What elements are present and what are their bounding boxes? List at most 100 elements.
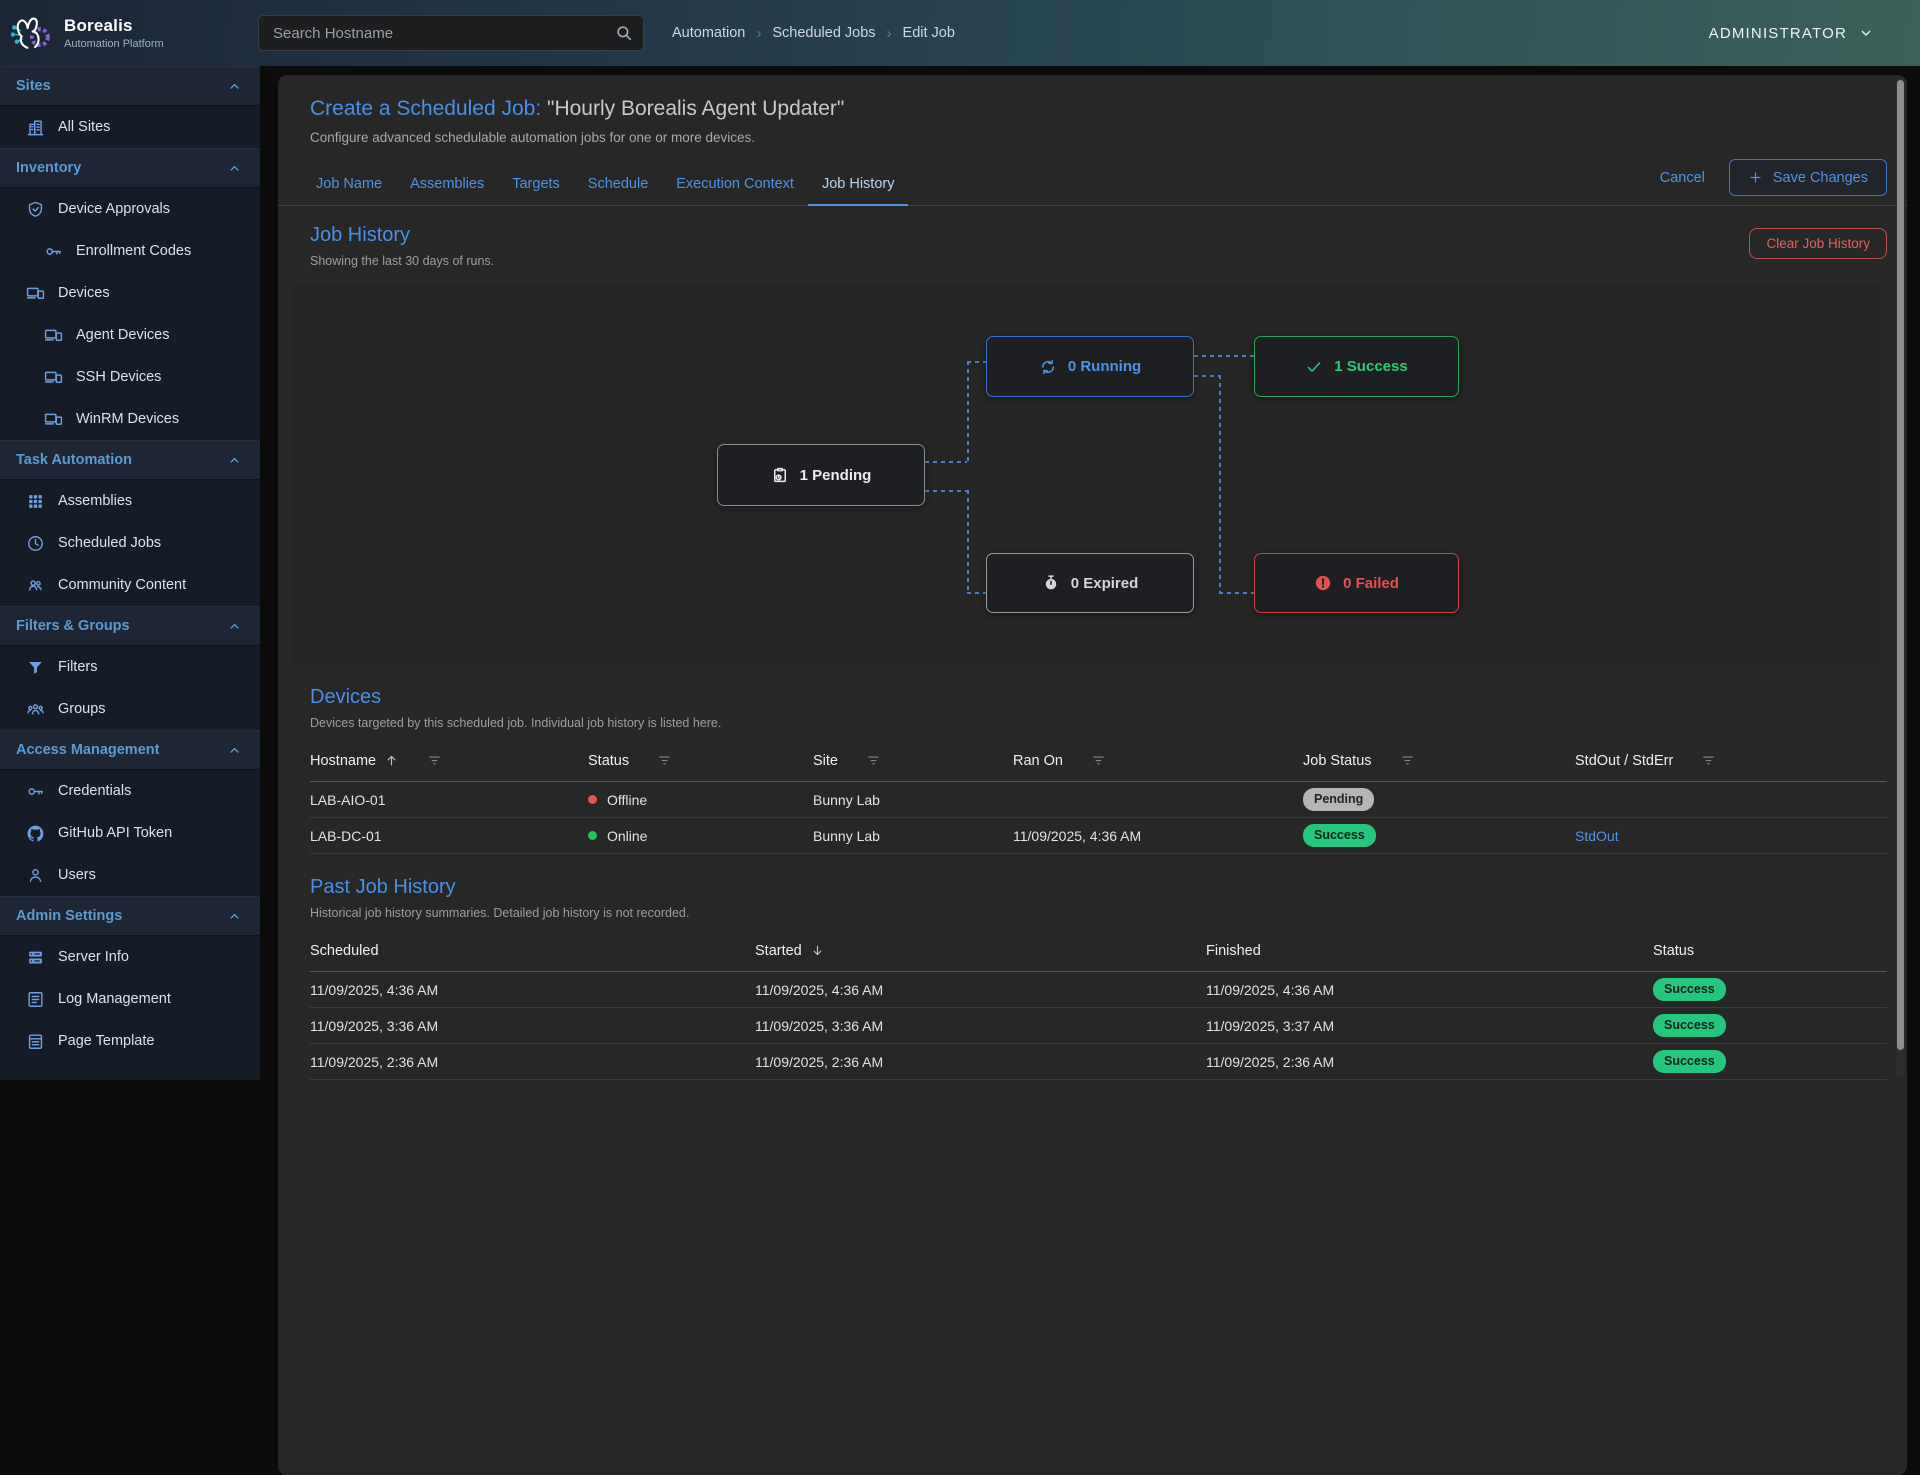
past-job-row[interactable]: 11/09/2025, 4:36 AM11/09/2025, 4:36 AM11… bbox=[310, 972, 1887, 1008]
connector-line bbox=[967, 490, 969, 594]
sidebar-item-groups[interactable]: Groups bbox=[0, 688, 260, 730]
breadcrumb-automation[interactable]: Automation bbox=[672, 25, 745, 41]
sidebar-section-filters-groups[interactable]: Filters & Groups bbox=[0, 606, 260, 646]
column-header-ran-on[interactable]: Ran On bbox=[1013, 753, 1303, 769]
sidebar-section-access-management[interactable]: Access Management bbox=[0, 730, 260, 770]
column-header-stdout-stderr[interactable]: StdOut / StdErr bbox=[1575, 753, 1887, 769]
job-history-heading: Job History bbox=[310, 224, 494, 247]
sidebar-item-winrm-devices[interactable]: WinRM Devices bbox=[0, 398, 260, 440]
filter-icon[interactable] bbox=[1400, 753, 1415, 768]
clock-icon bbox=[25, 534, 45, 553]
sidebar-item-page-template[interactable]: Page Template bbox=[0, 1020, 260, 1062]
column-header-hostname[interactable]: Hostname bbox=[310, 753, 588, 769]
breadcrumb-edit-job[interactable]: Edit Job bbox=[903, 25, 955, 41]
brand: Borealis Automation Platform bbox=[0, 8, 258, 59]
device-ran-on: 11/09/2025, 4:36 AM bbox=[1013, 828, 1303, 844]
sidebar-item-all-sites[interactable]: All Sites bbox=[0, 106, 260, 148]
tab-assemblies[interactable]: Assemblies bbox=[396, 165, 498, 205]
sidebar-item-assemblies[interactable]: Assemblies bbox=[0, 480, 260, 522]
device-job-status: Pending bbox=[1303, 788, 1575, 810]
groups-icon bbox=[25, 700, 45, 719]
user-menu[interactable]: ADMINISTRATOR bbox=[1709, 25, 1920, 42]
sidebar-section-label: Sites bbox=[16, 78, 51, 94]
chevron-up-icon bbox=[227, 161, 242, 176]
save-changes-button[interactable]: Save Changes bbox=[1729, 159, 1887, 196]
filter-icon[interactable] bbox=[866, 753, 881, 768]
cancel-button[interactable]: Cancel bbox=[1660, 170, 1705, 186]
flow-box-expired[interactable]: 0 Expired bbox=[986, 553, 1194, 613]
sidebar-item-device-approvals[interactable]: Device Approvals bbox=[0, 188, 260, 230]
filter-icon[interactable] bbox=[657, 753, 672, 768]
page-icon bbox=[25, 1032, 45, 1051]
search-box[interactable] bbox=[258, 15, 644, 51]
sidebar-item-filters[interactable]: Filters bbox=[0, 646, 260, 688]
flow-box-pending[interactable]: 1 Pending bbox=[717, 444, 925, 506]
column-header-job-status[interactable]: Job Status bbox=[1303, 753, 1575, 769]
filter-icon[interactable] bbox=[1701, 753, 1716, 768]
flow-box-failed[interactable]: 0 Failed bbox=[1254, 553, 1459, 613]
tab-schedule[interactable]: Schedule bbox=[574, 165, 662, 205]
sidebar-item-enrollment-codes[interactable]: Enrollment Codes bbox=[0, 230, 260, 272]
sidebar: Sites All SitesInventoryDevice ApprovalsE… bbox=[0, 66, 260, 1080]
clear-job-history-button[interactable]: Clear Job History bbox=[1749, 228, 1887, 259]
column-header-status[interactable]: Status bbox=[588, 753, 813, 769]
content-panel: Create a Scheduled Job: "Hourly Borealis… bbox=[278, 75, 1907, 1475]
device-row-lab-dc-01[interactable]: LAB-DC-01OnlineBunny Lab11/09/2025, 4:36… bbox=[310, 818, 1887, 854]
sidebar-item-label: Community Content bbox=[58, 577, 186, 593]
column-header-started[interactable]: Started bbox=[755, 943, 1206, 959]
key-icon bbox=[25, 782, 45, 801]
column-header-status[interactable]: Status bbox=[1653, 943, 1887, 959]
column-header-finished[interactable]: Finished bbox=[1206, 943, 1653, 959]
sidebar-item-scheduled-jobs[interactable]: Scheduled Jobs bbox=[0, 522, 260, 564]
breadcrumb-scheduled-jobs[interactable]: Scheduled Jobs bbox=[772, 25, 875, 41]
sidebar-item-ssh-devices[interactable]: SSH Devices bbox=[0, 356, 260, 398]
breadcrumb-separator: › bbox=[756, 25, 761, 42]
tab-execution-context[interactable]: Execution Context bbox=[662, 165, 808, 205]
past-job-row[interactable]: 11/09/2025, 2:36 AM11/09/2025, 2:36 AM11… bbox=[310, 1044, 1887, 1080]
sidebar-section-admin-settings[interactable]: Admin Settings bbox=[0, 896, 260, 936]
sidebar-section-inventory[interactable]: Inventory bbox=[0, 148, 260, 188]
flow-box-running[interactable]: 0 Running bbox=[986, 336, 1194, 397]
sidebar-item-log-management[interactable]: Log Management bbox=[0, 978, 260, 1020]
sidebar-item-credentials[interactable]: Credentials bbox=[0, 770, 260, 812]
sidebar-section-sites[interactable]: Sites bbox=[0, 66, 260, 106]
status-badge: Success bbox=[1653, 1014, 1726, 1036]
search-input[interactable] bbox=[259, 25, 615, 42]
device-row-lab-aio-01[interactable]: LAB-AIO-01OfflineBunny LabPending bbox=[310, 782, 1887, 818]
tab-targets[interactable]: Targets bbox=[498, 165, 574, 205]
devices-icon bbox=[43, 368, 63, 387]
sidebar-item-agent-devices[interactable]: Agent Devices bbox=[0, 314, 260, 356]
sidebar-item-users[interactable]: Users bbox=[0, 854, 260, 896]
device-stdout: StdOut bbox=[1575, 828, 1887, 844]
past-job-row[interactable]: 11/09/2025, 3:36 AM11/09/2025, 3:36 AM11… bbox=[310, 1008, 1887, 1044]
column-header-site[interactable]: Site bbox=[813, 753, 1013, 769]
sidebar-item-server-info[interactable]: Server Info bbox=[0, 936, 260, 978]
sidebar-item-devices[interactable]: Devices bbox=[0, 272, 260, 314]
sidebar-item-label: Log Management bbox=[58, 991, 171, 1007]
tab-job-history[interactable]: Job History bbox=[808, 165, 909, 206]
filter-icon[interactable] bbox=[1091, 753, 1106, 768]
sidebar-item-github-api-token[interactable]: GitHub API Token bbox=[0, 812, 260, 854]
flow-box-success[interactable]: 1 Success bbox=[1254, 336, 1459, 397]
funnel-icon bbox=[25, 658, 45, 677]
sort-ascending-icon bbox=[384, 753, 399, 768]
flow-box-label: 1 Pending bbox=[800, 467, 872, 484]
tab-job-name[interactable]: Job Name bbox=[302, 165, 396, 205]
sidebar-item-community-content[interactable]: Community Content bbox=[0, 564, 260, 606]
sync-icon bbox=[1039, 358, 1057, 376]
sidebar-section-task-automation[interactable]: Task Automation bbox=[0, 440, 260, 480]
sidebar-item-label: Server Info bbox=[58, 949, 129, 965]
scrollbar-thumb[interactable] bbox=[1897, 80, 1904, 1050]
device-status-label: Offline bbox=[607, 792, 647, 808]
filter-icon[interactable] bbox=[427, 753, 442, 768]
stdout-link[interactable]: StdOut bbox=[1575, 828, 1619, 844]
past-job-scheduled: 11/09/2025, 2:36 AM bbox=[310, 1054, 755, 1070]
past-job-finished: 11/09/2025, 4:36 AM bbox=[1206, 982, 1653, 998]
column-header-scheduled[interactable]: Scheduled bbox=[310, 943, 755, 959]
page-title: Create a Scheduled Job: "Hourly Borealis… bbox=[310, 97, 1887, 121]
save-changes-label: Save Changes bbox=[1773, 170, 1868, 186]
sidebar-item-label: Scheduled Jobs bbox=[58, 535, 161, 551]
connector-line bbox=[1219, 592, 1254, 594]
sidebar-item-label: Users bbox=[58, 867, 96, 883]
sidebar-section-label: Access Management bbox=[16, 742, 159, 758]
